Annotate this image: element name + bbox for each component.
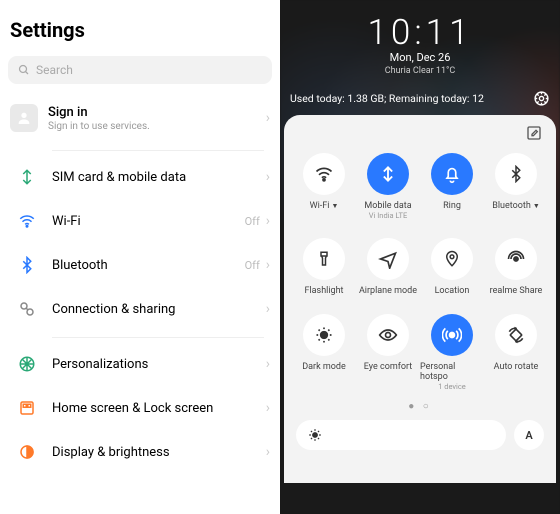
qs-sublabel: 1 device [438,382,466,391]
brightness-slider[interactable] [296,420,506,450]
qs-label: Bluetooth▼ [492,201,540,211]
chevron-down-icon: ▼ [533,202,540,210]
qs-tile[interactable]: Dark mode [292,308,356,399]
qs-circle[interactable] [367,238,409,280]
qs-circle[interactable] [495,314,537,356]
quick-settings-panel: Wi-Fi▼ Mobile dataVi India LTE Ring Bluetoo… [284,115,556,483]
qs-label: Flashlight [305,286,344,296]
chevron-right-icon: › [266,257,270,273]
wifi-icon [18,212,36,230]
page-title: Settings [0,0,280,56]
qs-label: Mobile data [364,201,411,211]
qs-tile[interactable]: Mobile dataVi India LTE [356,147,420,228]
data-usage-text: Used today: 1.38 GB; Remaining today: 12 [290,92,484,105]
chevron-right-icon: › [266,301,270,317]
qs-label: Personal hotspo [420,362,484,382]
pager-dots: ● ○ [292,401,548,412]
sim-icon [18,168,36,186]
menu-personalizations[interactable]: Personalizations › [0,342,280,386]
clock-weather: Churia Clear 11°C [280,66,560,76]
qs-circle[interactable] [303,238,345,280]
qs-circle[interactable] [367,314,409,356]
avatar [10,104,38,132]
sign-in-title: Sign in [48,105,150,120]
connection-icon [18,300,36,318]
divider [52,150,264,151]
menu-display[interactable]: Display & brightness › [0,430,280,474]
qs-circle[interactable] [303,153,345,195]
qs-circle[interactable] [495,238,537,280]
menu-wifi[interactable]: Wi-Fi Off › [0,199,280,243]
qs-label: Wi-Fi▼ [310,201,339,211]
chevron-right-icon: › [266,444,270,460]
qs-tile[interactable]: Wi-Fi▼ [292,147,356,228]
quick-settings-pane: 10:11 Mon, Dec 26 Churia Clear 11°C Used… [280,0,560,514]
qs-tile[interactable]: Auto rotate [484,308,548,399]
menu-home-lock[interactable]: Home screen & Lock screen › [0,386,280,430]
clock-time: 10:11 [280,12,560,53]
menu-sim-card[interactable]: SIM card & mobile data › [0,155,280,199]
qs-circle[interactable] [431,238,473,280]
qs-circle[interactable] [495,153,537,195]
qs-tile[interactable]: realme Share [484,232,548,304]
qs-tile[interactable]: Eye comfort [356,308,420,399]
menu-bluetooth[interactable]: Bluetooth Off › [0,243,280,287]
qs-tile[interactable]: Bluetooth▼ [484,147,548,228]
qs-circle[interactable] [431,153,473,195]
lock-clock: 10:11 Mon, Dec 26 Churia Clear 11°C [280,0,560,76]
search-input[interactable]: Search [8,56,272,84]
qs-circle[interactable] [367,153,409,195]
divider [52,337,264,338]
sun-icon [308,428,322,442]
auto-brightness-button[interactable]: A [514,420,544,450]
qs-label: Airplane mode [359,286,417,296]
gear-icon[interactable] [533,90,550,107]
qs-label: Dark mode [302,362,346,372]
display-icon [18,443,36,461]
data-usage-bar: Used today: 1.38 GB; Remaining today: 12 [280,76,560,115]
qs-tile[interactable]: Location [420,232,484,304]
home-lock-icon [18,399,36,417]
chevron-right-icon: › [266,169,270,185]
qs-grid: Wi-Fi▼ Mobile dataVi India LTE Ring Bluetoo… [292,147,548,399]
bluetooth-icon [18,256,36,274]
qs-label: Auto rotate [494,362,539,372]
chevron-right-icon: › [266,110,270,126]
qs-circle[interactable] [431,314,473,356]
qs-tile[interactable]: Airplane mode [356,232,420,304]
clock-date: Mon, Dec 26 [280,51,560,64]
edit-icon[interactable] [526,125,542,141]
personalizations-icon [18,355,36,373]
menu-connection[interactable]: Connection & sharing › [0,287,280,331]
qs-tile[interactable]: Ring [420,147,484,228]
sign-in-subtitle: Sign in to use services. [48,121,150,132]
search-icon [18,64,30,76]
chevron-down-icon: ▼ [331,202,338,210]
qs-tile[interactable]: Flashlight [292,232,356,304]
qs-circle[interactable] [303,314,345,356]
qs-label: Location [435,286,470,296]
qs-sublabel: Vi India LTE [369,211,407,220]
chevron-right-icon: › [266,356,270,372]
sign-in-row[interactable]: Sign in Sign in to use services. › [0,96,280,144]
chevron-right-icon: › [266,213,270,229]
brightness-row: A [292,420,548,450]
qs-label: realme Share [490,286,543,296]
qs-label: Eye comfort [364,362,412,372]
search-placeholder: Search [36,63,73,77]
settings-pane: Settings Search Sign in Sign in to use s… [0,0,280,514]
qs-label: Ring [443,201,461,211]
qs-tile[interactable]: Personal hotspo1 device [420,308,484,399]
chevron-right-icon: › [266,400,270,416]
